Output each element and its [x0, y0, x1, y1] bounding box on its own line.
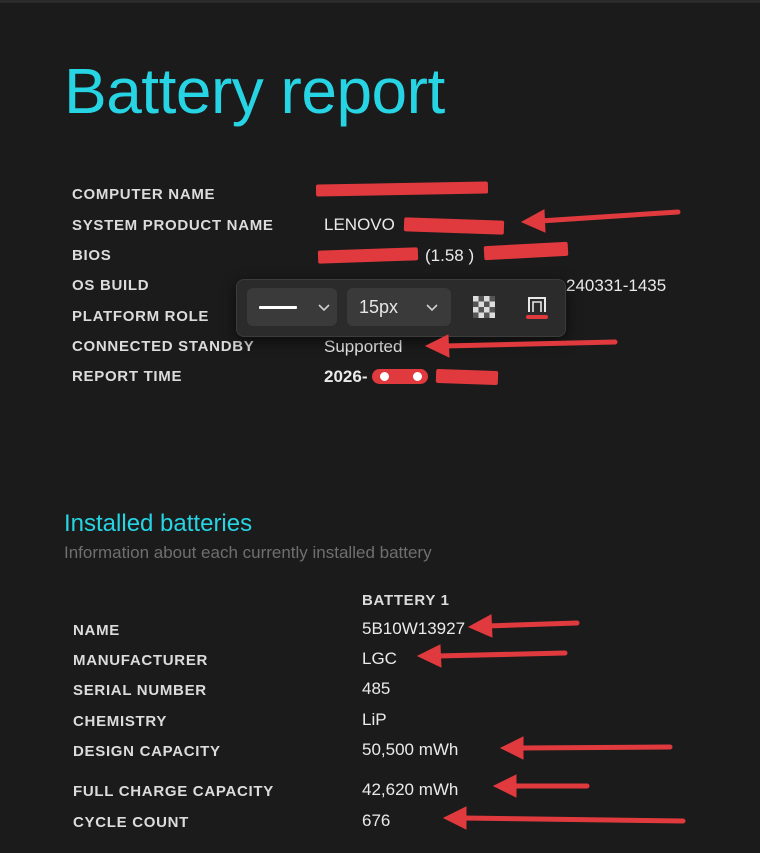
red-arrow-icon: [424, 334, 618, 358]
red-arrow-icon: [492, 774, 590, 798]
red-arrow-icon: [442, 806, 686, 830]
red-arrow-icon: [467, 614, 580, 638]
red-arrow-icon: [499, 736, 673, 760]
red-arrow-icon: [520, 209, 681, 233]
annotation-arrows: [416, 209, 686, 830]
red-arrow-icon: [416, 644, 568, 668]
